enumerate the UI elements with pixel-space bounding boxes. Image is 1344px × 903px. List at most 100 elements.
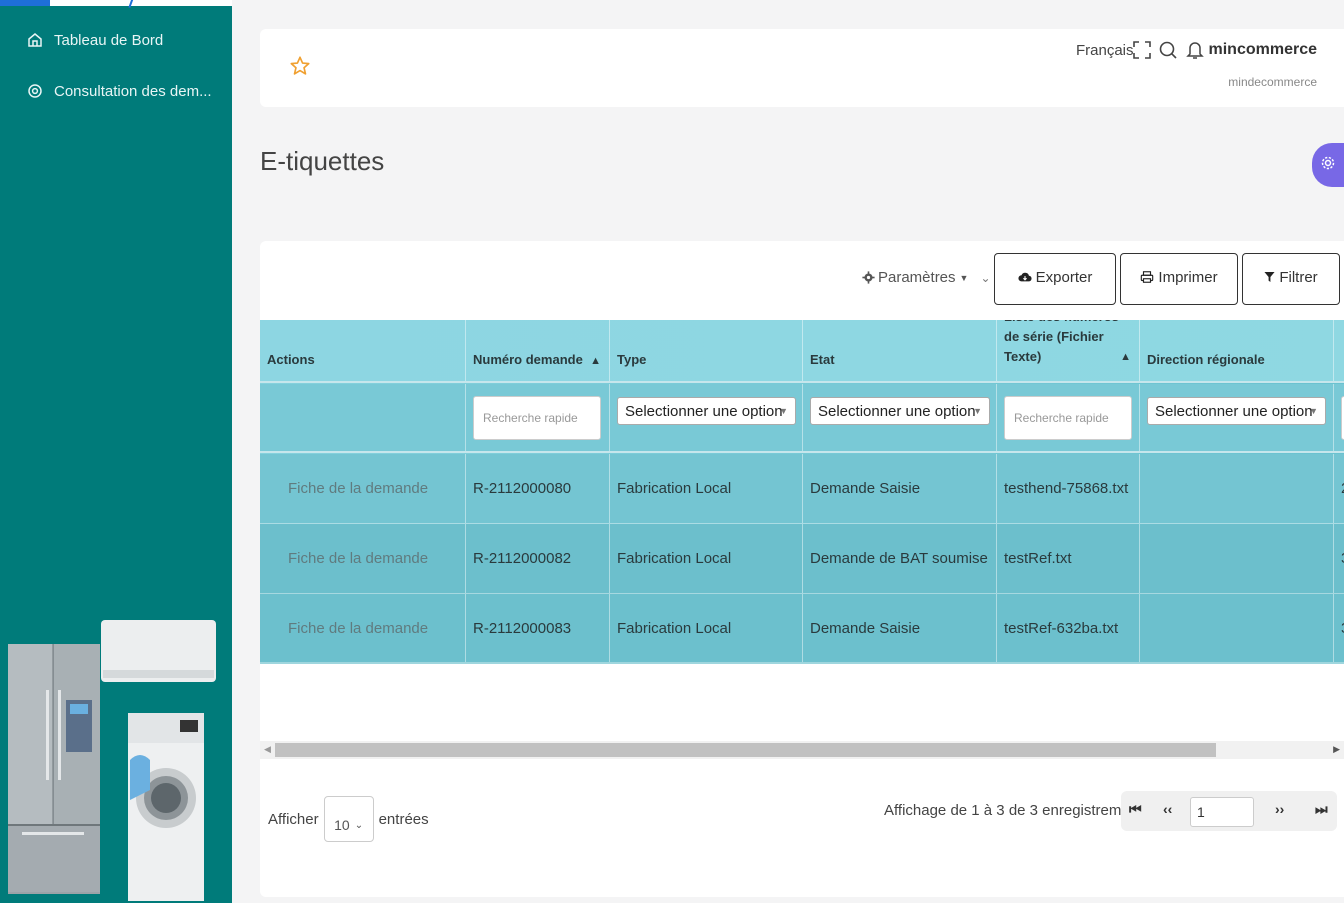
cell-next: 2 [1334,454,1344,523]
user-subtitle: mindecommerce [1228,75,1317,89]
page-size-select[interactable]: 10 ⌄ [323,796,374,842]
bell-icon[interactable] [1185,40,1205,60]
row-action-link[interactable]: Fiche de la demande [260,454,466,523]
params-label: Paramètres [878,269,956,286]
filter-cell-actions [260,384,466,451]
page-size-control: Afficher 10 ⌄ entrées [268,796,429,842]
language-selector[interactable]: Français [1076,42,1134,59]
col-header-fichier[interactable]: Liste des numéros de série (Fichier Text… [997,320,1140,381]
next-page-icon[interactable]: ›› [1275,801,1284,817]
quick-search-fichier[interactable]: Recherche rapide [1004,395,1132,440]
fullscreen-icon[interactable] [1132,40,1152,60]
cell-numero: R-2112000083 [466,594,610,662]
caret-down-icon: ▼ [779,406,788,416]
row-action-link[interactable]: Fiche de la demande [260,524,466,593]
filter-cell-type: Selectionner une option ▼ [610,384,803,451]
search-icon[interactable] [1158,40,1178,60]
scroll-left-icon[interactable]: ◀ [264,744,271,755]
scroll-right-icon[interactable]: ▶ [1333,744,1340,755]
select-etat[interactable]: Selectionner une option ▼ [810,397,990,425]
funnel-icon [1264,271,1275,283]
col-header-numero[interactable]: Numéro demande ▲ [466,320,610,381]
caret-down-icon: ▼ [959,272,969,283]
pagination-info: Affichage de 1 à 3 de 3 enregistrements [884,802,1150,819]
sidebar-item-label: Consultation des dem... [54,82,212,100]
col-header-actions: Actions [260,320,466,381]
chevron-down-icon: ⌄ [354,819,364,831]
cell-etat: Demande Saisie [803,594,997,662]
cell-fichier: testhend-75868.txt [997,454,1140,523]
prev-page-icon[interactable]: ‹‹ [1163,801,1172,817]
col-header-type: Type [610,320,803,381]
table-header-row: Actions Numéro demande▲ Type Etat Liste … [260,320,1344,383]
caret-down-icon: ▼ [1309,406,1318,416]
cell-etat: Demande Saisie [803,454,997,523]
sort-icon[interactable]: ▲ [590,355,601,367]
print-button[interactable]: Imprimer [1120,253,1238,305]
sidebar-logo-strip [0,0,232,9]
user-name[interactable]: mincommerce [1209,41,1318,59]
table-row: Fiche de la demande R-2112000083 Fabrica… [260,594,1344,664]
cell-fichier: testRef-632ba.txt [997,594,1140,662]
show-label: Afficher [268,810,319,828]
cell-type: Fabrication Local [610,524,803,593]
page-title: E-tiquettes [260,146,385,176]
horizontal-scrollbar[interactable]: ◀ ▶ [260,741,1344,759]
gear-icon [1320,155,1336,176]
filter-cell-direction: Selectionner une option ▼ [1140,384,1334,451]
home-icon [26,31,44,49]
sidebar-item-consultation[interactable]: Consultation des dem... [26,79,212,103]
pagination: ⏮ ‹‹ 1 ›› ⏭ [1121,791,1337,831]
sort-icon[interactable]: ▲ [1120,347,1131,367]
sidebar-item-dashboard[interactable]: Tableau de Bord [26,28,163,52]
settings-button[interactable] [1312,143,1344,187]
col-header-direction: Direction régionale [1140,320,1334,381]
target-icon [26,82,44,100]
filter-cell-fichier: Recherche rapide [997,384,1140,451]
cell-numero: R-2112000082 [466,524,610,593]
caret-down-icon: ▼ [973,406,982,416]
cell-direction [1140,594,1334,662]
row-action-link[interactable]: Fiche de la demande [260,594,466,662]
cog-icon [862,271,875,284]
entries-label: entrées [378,810,429,828]
quick-search-numero[interactable]: Recherche rapide [473,395,601,440]
cell-next: 3 [1334,524,1344,593]
cell-type: Fabrication Local [610,594,803,662]
scrollbar-thumb[interactable] [275,743,1216,757]
select-type[interactable]: Selectionner une option ▼ [617,397,796,425]
page-number-input[interactable]: 1 [1190,797,1254,827]
filter-button[interactable]: Filtrer [1242,253,1340,305]
print-label: Imprimer [1158,268,1218,286]
printer-icon [1140,270,1154,284]
top-bar: Français mincommerce mindecommerce [260,29,1344,107]
cloud-download-icon [1018,270,1032,284]
table-row: Fiche de la demande R-2112000082 Fabrica… [260,524,1344,594]
cell-next: 3 [1334,594,1344,662]
export-label: Exporter [1035,268,1093,286]
export-button[interactable]: Exporter [994,253,1116,305]
filter-label: Filtrer [1279,268,1318,286]
table-card: Paramètres ▼ ⌄ Exporter Imprimer Filtrer… [260,241,1344,897]
cell-fichier: testRef.txt [997,524,1140,593]
col-header-etat: Etat [803,320,997,381]
last-page-icon[interactable]: ⏭ [1315,801,1328,818]
first-page-icon[interactable]: ⏮ [1129,801,1142,818]
cell-direction [1140,454,1334,523]
chevron-down-icon: ⌄ [980,270,991,285]
col-header-next [1334,320,1344,381]
sidebar-item-label: Tableau de Bord [54,31,164,49]
star-icon[interactable] [289,55,311,77]
cell-direction [1140,524,1334,593]
params-dropdown[interactable]: Paramètres ▼ ⌄ [862,269,991,286]
sidebar: Tableau de Bord Consultation des dem... [0,0,232,903]
filter-cell-next [1334,384,1344,451]
appliances-illustration [8,620,216,901]
table-filter-row: Recherche rapide Selectionner une option… [260,384,1344,453]
select-direction[interactable]: Selectionner une option ▼ [1147,397,1326,425]
cell-numero: R-2112000080 [466,454,610,523]
filter-cell-numero: Recherche rapide [466,384,610,451]
table-row: Fiche de la demande R-2112000080 Fabrica… [260,454,1344,524]
cell-type: Fabrication Local [610,454,803,523]
data-table: Actions Numéro demande▲ Type Etat Liste … [260,320,1344,664]
